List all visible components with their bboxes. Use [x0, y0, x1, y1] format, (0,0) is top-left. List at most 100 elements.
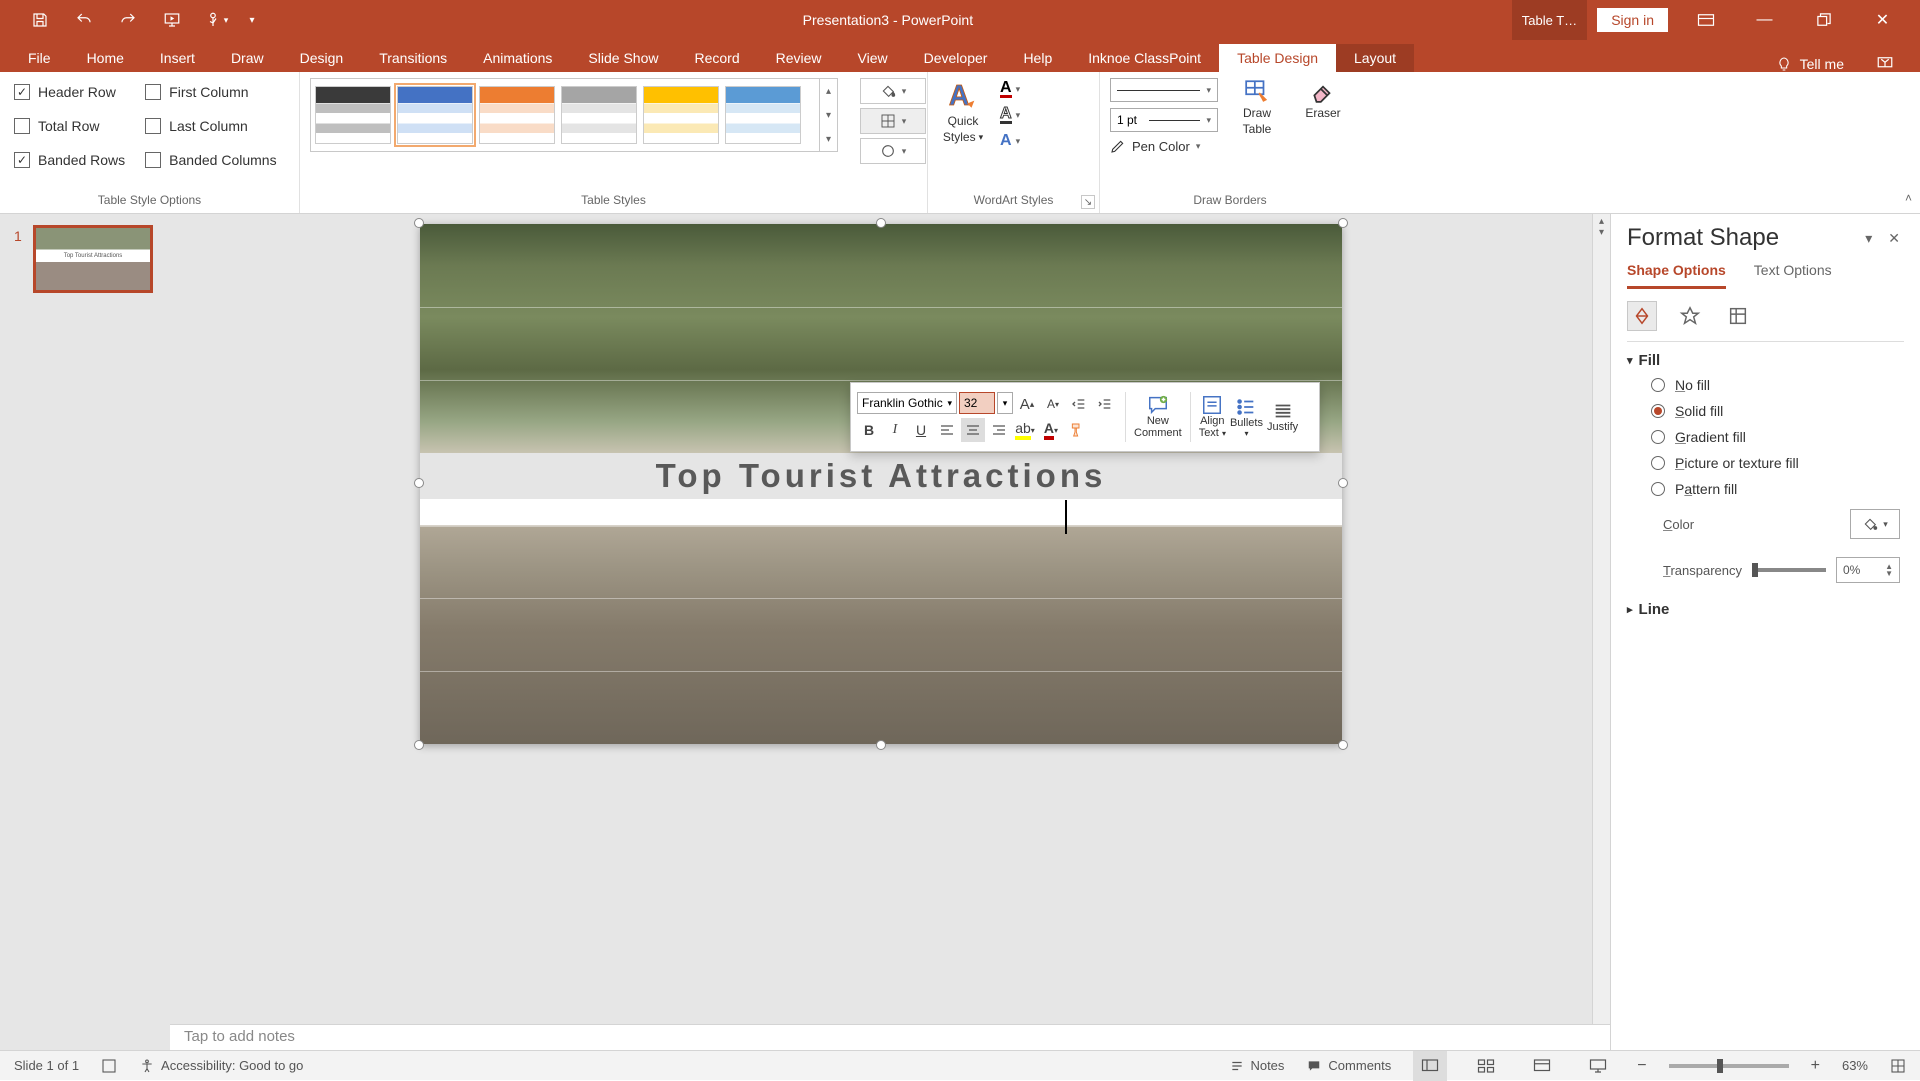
restore-icon[interactable] — [1796, 0, 1851, 40]
resize-handle[interactable] — [876, 740, 886, 750]
zoom-level[interactable]: 63% — [1842, 1058, 1868, 1073]
slide-title-text[interactable]: Top Tourist Attractions — [420, 453, 1342, 499]
fill-color-button[interactable]: ▾ — [1850, 509, 1900, 539]
tab-developer[interactable]: Developer — [906, 44, 1006, 72]
radio-gradient-fill[interactable]: Gradient fill — [1651, 429, 1900, 445]
qat-more-icon[interactable]: ▾ — [240, 0, 264, 40]
resize-handle[interactable] — [414, 478, 424, 488]
font-size-combo[interactable]: 32 — [959, 392, 995, 414]
font-color-icon[interactable]: A▾ — [1039, 418, 1063, 442]
tab-animations[interactable]: Animations — [465, 44, 570, 72]
gallery-more-button[interactable]: ▴▾▾ — [820, 78, 838, 152]
tab-draw[interactable]: Draw — [213, 44, 282, 72]
redo-icon[interactable] — [108, 0, 148, 40]
spellcheck-icon[interactable] — [101, 1058, 117, 1074]
share-button[interactable] — [1860, 54, 1910, 72]
transparency-value[interactable]: 0% ▲▼ — [1836, 557, 1900, 583]
minimize-icon[interactable]: — — [1737, 0, 1792, 40]
format-painter-icon[interactable] — [1065, 418, 1089, 442]
radio-solid-fill[interactable]: Solid fill — [1651, 403, 1900, 419]
tab-record[interactable]: Record — [676, 44, 757, 72]
align-text-button[interactable]: AlignText ▾ — [1199, 394, 1226, 439]
check-total-row[interactable]: Total Row — [10, 112, 129, 140]
zoom-slider[interactable] — [1669, 1064, 1789, 1068]
slide-canvas[interactable]: Top Tourist Attractions — [420, 224, 1342, 744]
size-tab-icon[interactable] — [1723, 301, 1753, 331]
pen-style-combo[interactable]: ▾ — [1110, 78, 1218, 102]
slideshow-view-icon[interactable] — [1581, 1051, 1615, 1081]
normal-view-icon[interactable] — [1413, 1051, 1447, 1081]
decrease-font-icon[interactable]: A▾ — [1041, 392, 1065, 416]
text-effects-button[interactable]: A▾ — [1000, 130, 1046, 152]
slide-thumbnail-1[interactable]: Top Tourist Attractions — [34, 226, 152, 292]
zoom-in-icon[interactable]: + — [1811, 1057, 1820, 1075]
shading-button[interactable]: ▾ — [860, 78, 926, 104]
resize-handle[interactable] — [1338, 740, 1348, 750]
tab-view[interactable]: View — [840, 44, 906, 72]
tab-layout[interactable]: Layout — [1336, 44, 1414, 72]
tab-design[interactable]: Design — [282, 44, 362, 72]
check-header-row[interactable]: ✓Header Row — [10, 78, 129, 106]
resize-handle[interactable] — [414, 218, 424, 228]
decrease-indent-icon[interactable] — [1067, 392, 1091, 416]
pane-options-icon[interactable]: ▾ — [1861, 226, 1876, 251]
zoom-out-icon[interactable]: − — [1637, 1057, 1646, 1075]
tab-insert[interactable]: Insert — [142, 44, 213, 72]
borders-button[interactable]: ▾ — [860, 108, 926, 134]
justify-button[interactable]: Justify — [1267, 400, 1298, 434]
increase-font-icon[interactable]: A▴ — [1015, 392, 1039, 416]
draw-table-button[interactable]: Draw Table — [1230, 78, 1284, 136]
radio-pattern-fill[interactable]: Pattern fill — [1651, 481, 1900, 497]
comments-toggle[interactable]: Comments — [1306, 1058, 1391, 1073]
check-first-column[interactable]: First Column — [141, 78, 280, 106]
check-banded-columns[interactable]: Banded Columns — [141, 146, 280, 174]
highlight-icon[interactable]: ab▾ — [1013, 418, 1037, 442]
save-icon[interactable] — [20, 0, 60, 40]
pane-close-icon[interactable]: ✕ — [1884, 226, 1904, 251]
resize-handle[interactable] — [1338, 218, 1348, 228]
reading-view-icon[interactable] — [1525, 1051, 1559, 1081]
table-style-swatch[interactable] — [397, 86, 473, 144]
effects-tab-icon[interactable] — [1675, 301, 1705, 331]
italic-icon[interactable]: I — [883, 418, 907, 442]
text-fill-button[interactable]: A▾ — [1000, 78, 1046, 100]
radio-picture-fill[interactable]: Picture or texture fill — [1651, 455, 1900, 471]
ribbon-display-options-icon[interactable] — [1678, 0, 1733, 40]
tab-text-options[interactable]: Text Options — [1754, 262, 1832, 289]
table-style-swatch[interactable] — [479, 86, 555, 144]
sign-in-button[interactable]: Sign in — [1597, 8, 1668, 32]
resize-handle[interactable] — [876, 218, 886, 228]
check-last-column[interactable]: Last Column — [141, 112, 280, 140]
fill-section-toggle[interactable]: ▾Fill — [1627, 352, 1904, 369]
eraser-button[interactable]: Eraser — [1296, 78, 1350, 120]
tab-table-design[interactable]: Table Design — [1219, 44, 1336, 72]
collapse-ribbon-icon[interactable]: ˄ — [1905, 191, 1912, 205]
tab-home[interactable]: Home — [69, 44, 142, 72]
table-style-swatch[interactable] — [725, 86, 801, 144]
check-banded-rows[interactable]: ✓Banded Rows — [10, 146, 129, 174]
tab-slideshow[interactable]: Slide Show — [570, 44, 676, 72]
table-style-swatch[interactable] — [315, 86, 391, 144]
align-center-icon[interactable] — [961, 418, 985, 442]
notes-placeholder[interactable]: Tap to add notes — [170, 1024, 1610, 1050]
touch-mode-icon[interactable]: ▾ — [196, 0, 236, 40]
undo-icon[interactable] — [64, 0, 104, 40]
table-styles-gallery[interactable] — [310, 78, 820, 152]
bold-icon[interactable]: B — [857, 418, 881, 442]
line-section-toggle[interactable]: ▸Line — [1627, 601, 1904, 618]
tab-file[interactable]: File — [10, 44, 69, 72]
close-icon[interactable]: ✕ — [1855, 0, 1910, 40]
accessibility-status[interactable]: Accessibility: Good to go — [139, 1058, 303, 1074]
tell-me[interactable]: Tell me — [1760, 56, 1860, 72]
text-outline-button[interactable]: A▾ — [1000, 104, 1046, 126]
fill-line-tab-icon[interactable] — [1627, 301, 1657, 331]
tab-review[interactable]: Review — [758, 44, 840, 72]
pen-color-button[interactable]: Pen Color▾ — [1110, 138, 1218, 154]
vertical-scrollbar[interactable]: ▴▾⬓ — [1592, 214, 1610, 1050]
table-style-swatch[interactable] — [561, 86, 637, 144]
pen-weight-combo[interactable]: 1 pt▾ — [1110, 108, 1218, 132]
fit-to-window-icon[interactable] — [1890, 1058, 1906, 1074]
font-combo[interactable]: Franklin Gothic▾ — [857, 392, 957, 414]
tab-shape-options[interactable]: Shape Options — [1627, 262, 1726, 289]
font-size-dropdown[interactable]: ▾ — [997, 392, 1013, 414]
